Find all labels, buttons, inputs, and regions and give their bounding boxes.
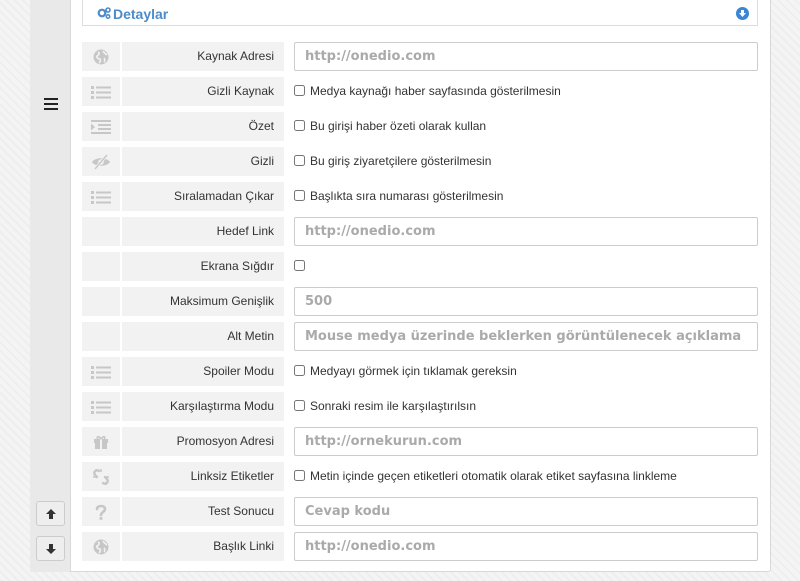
- checkbox-label[interactable]: Medya kaynağı haber sayfasında gösterilm…: [310, 77, 561, 106]
- field-input[interactable]: [294, 287, 758, 316]
- field-label: Hedef Link: [122, 217, 284, 246]
- detail-row: Karşılaştırma Modu Sonraki resim ile karş…: [82, 392, 758, 421]
- icon-cell: [82, 252, 120, 281]
- detail-row: Test Sonucu: [82, 497, 758, 526]
- field-checkbox[interactable]: [294, 85, 305, 96]
- detail-row: Promosyon Adresi: [82, 427, 758, 456]
- entry-sidebar: [30, 0, 71, 572]
- collapse-icon[interactable]: [736, 7, 749, 20]
- arrow-down-icon: [45, 543, 56, 554]
- indent-icon: [82, 112, 120, 141]
- checkbox-label[interactable]: Medyayı görmek için tıklamak gereksin: [310, 357, 517, 386]
- icon-cell: [82, 322, 120, 351]
- detail-row: Maksimum Genişlik: [82, 287, 758, 316]
- field-label: Spoiler Modu: [122, 357, 284, 386]
- list-icon: [82, 182, 120, 211]
- icon-cell: [82, 287, 120, 316]
- detail-row: Gizli Bu giriş ziyaretçilere gösterilmesi…: [82, 147, 758, 176]
- checkbox-label[interactable]: Sonraki resim ile karşılaştırılsın: [310, 392, 476, 421]
- field-checkbox[interactable]: [294, 190, 305, 201]
- drag-handle-icon[interactable]: [44, 98, 58, 110]
- detail-row: Alt Metin: [82, 322, 758, 351]
- icon-cell: [82, 217, 120, 246]
- detail-row: Ekrana Sığdır: [82, 252, 758, 281]
- globe-icon: [82, 532, 120, 561]
- detail-row: Linksiz Etiketler Metin içinde geçen etik…: [82, 462, 758, 491]
- field-checkbox[interactable]: [294, 120, 305, 131]
- field-label: Ekrana Sığdır: [122, 252, 284, 281]
- detail-row: Gizli Kaynak Medya kaynağı haber sayfasın…: [82, 77, 758, 106]
- gears-icon: [97, 7, 111, 19]
- field-label: Promosyon Adresi: [122, 427, 284, 456]
- field-input[interactable]: [294, 427, 758, 456]
- field-checkbox[interactable]: [294, 155, 305, 166]
- field-checkbox[interactable]: [294, 400, 305, 411]
- field-input[interactable]: [294, 42, 758, 71]
- field-input[interactable]: [294, 217, 758, 246]
- list-icon: [82, 357, 120, 386]
- field-input[interactable]: [294, 532, 758, 561]
- field-input[interactable]: [294, 322, 758, 351]
- field-label: Gizli Kaynak: [122, 77, 284, 106]
- gift-icon: [82, 427, 120, 456]
- details-panel-header[interactable]: Detaylar: [82, 0, 758, 26]
- field-label: Kaynak Adresi: [122, 42, 284, 71]
- field-checkbox[interactable]: [294, 470, 305, 481]
- field-input[interactable]: [294, 497, 758, 526]
- detail-row: Başlık Linki: [82, 532, 758, 561]
- field-checkbox[interactable]: [294, 260, 305, 271]
- detail-row: Spoiler Modu Medyayı görmek için tıklamak…: [82, 357, 758, 386]
- move-up-button[interactable]: [36, 501, 65, 526]
- panel-title: Detaylar: [113, 6, 169, 22]
- unlink-icon: [82, 462, 120, 491]
- checkbox-label[interactable]: Başlıkta sıra numarası gösterilmesin: [310, 182, 503, 211]
- field-label: Başlık Linki: [122, 532, 284, 561]
- globe-icon: [82, 42, 120, 71]
- list-icon: [82, 392, 120, 421]
- field-label: Sıralamadan Çıkar: [122, 182, 284, 211]
- list-icon: [82, 77, 120, 106]
- question-icon: [82, 497, 120, 526]
- detail-row: Özet Bu girişi haber özeti olarak kullan: [82, 112, 758, 141]
- arrow-up-icon: [45, 508, 56, 519]
- checkbox-label[interactable]: Bu girişi haber özeti olarak kullan: [310, 112, 486, 141]
- field-label: Alt Metin: [122, 322, 284, 351]
- detail-row: Kaynak Adresi: [82, 42, 758, 71]
- field-label: Test Sonucu: [122, 497, 284, 526]
- checkbox-label[interactable]: Metin içinde geçen etiketleri otomatik o…: [310, 462, 677, 491]
- field-label: Maksimum Genişlik: [122, 287, 284, 316]
- field-label: Karşılaştırma Modu: [122, 392, 284, 421]
- field-label: Linksiz Etiketler: [122, 462, 284, 491]
- field-label: Gizli: [122, 147, 284, 176]
- field-checkbox[interactable]: [294, 365, 305, 376]
- field-label: Özet: [122, 112, 284, 141]
- detail-row: Sıralamadan Çıkar Başlıkta sıra numarası …: [82, 182, 758, 211]
- eye-slash-icon: [82, 147, 120, 176]
- move-down-button[interactable]: [36, 536, 65, 561]
- detail-row: Hedef Link: [82, 217, 758, 246]
- checkbox-label[interactable]: Bu giriş ziyaretçilere gösterilmesin: [310, 147, 491, 176]
